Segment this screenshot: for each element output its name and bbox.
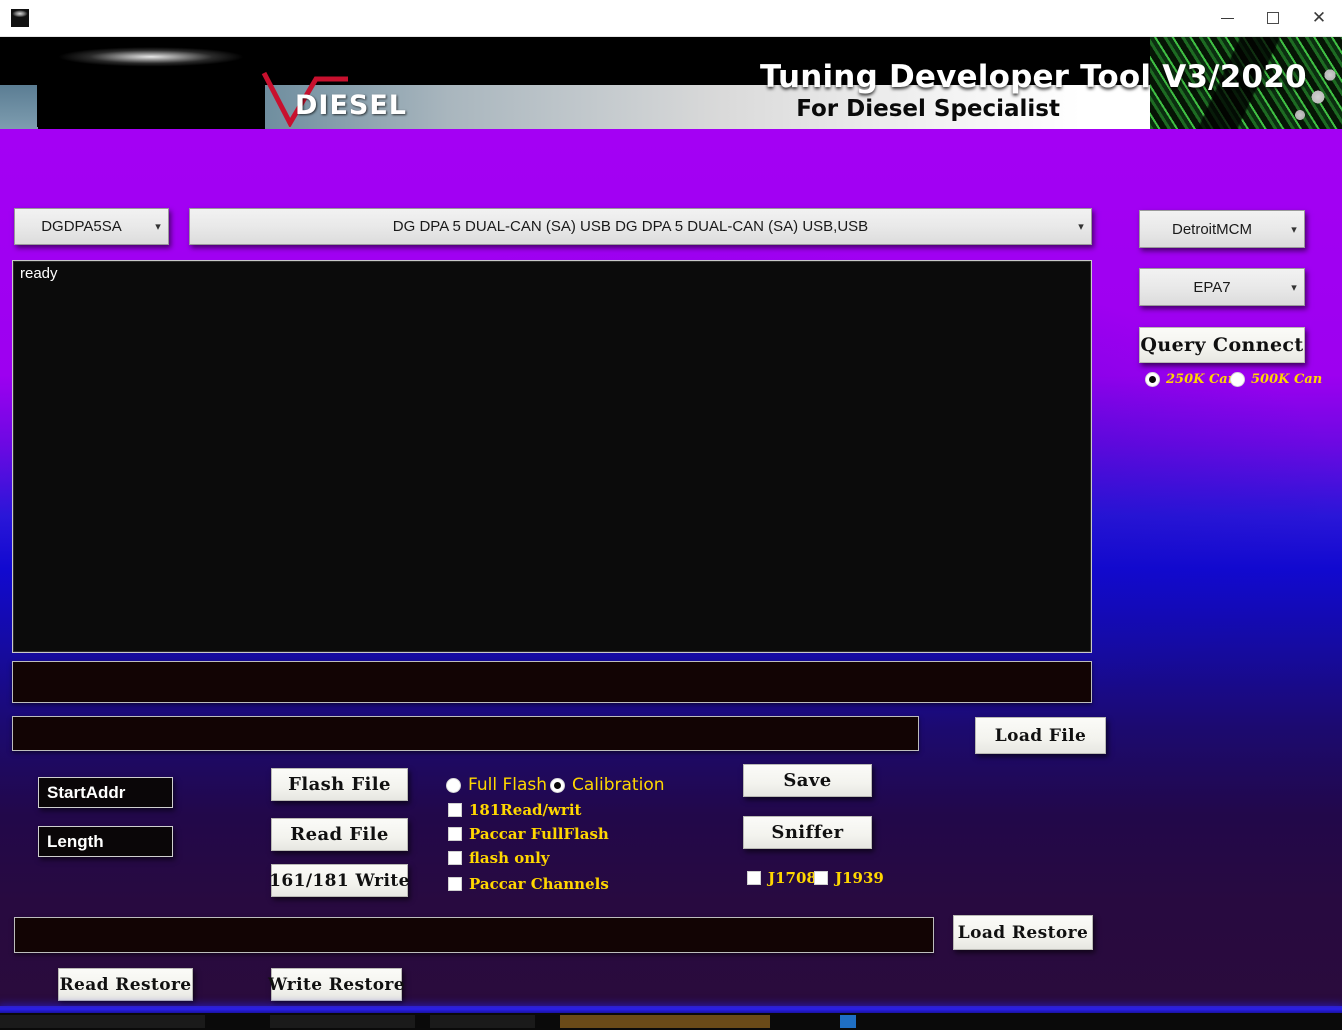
baud-250k-label: 250K Can (1166, 372, 1237, 387)
query-connect-button[interactable]: Query Connect (1139, 327, 1305, 363)
epa-combo[interactable]: EPA7 ▾ (1139, 268, 1305, 306)
option-paccar-fullflash[interactable]: Paccar FullFlash (448, 825, 609, 843)
close-icon: ✕ (1312, 10, 1326, 27)
taskbar-seg-c (430, 1015, 535, 1028)
device-combo-value: DGDPA5SA (15, 218, 148, 235)
title-bar: ✕ (0, 0, 1342, 37)
chevron-down-icon: ▾ (148, 220, 168, 233)
protocol-j1708[interactable]: J1708 (747, 869, 817, 887)
checkbox-flash-only-icon[interactable] (448, 851, 462, 865)
save-button[interactable]: Save (743, 764, 872, 797)
option-paccar-channels[interactable]: Paccar Channels (448, 875, 609, 893)
option-181-readwrite[interactable]: 181Read/writ (448, 801, 581, 819)
baud-500k-option[interactable]: 500K Can (1230, 372, 1322, 387)
ecu-combo[interactable]: DetroitMCM ▾ (1139, 210, 1305, 248)
write-restore-button[interactable]: Write Restore (271, 968, 402, 1001)
radio-calibration-icon[interactable] (550, 778, 565, 793)
maximize-button[interactable] (1250, 0, 1296, 36)
calibration-option[interactable]: Calibration (550, 775, 665, 795)
close-button[interactable]: ✕ (1296, 0, 1342, 36)
calibration-label: Calibration (572, 775, 665, 795)
option-flash-only-label: flash only (469, 849, 550, 867)
chevron-down-icon: ▾ (1284, 281, 1304, 294)
log-text: ready (20, 265, 58, 282)
engine-photo (37, 37, 265, 127)
taskbar-strip (0, 1013, 1342, 1030)
banner-left-fill (0, 85, 38, 129)
load-file-button[interactable]: Load File (975, 717, 1106, 754)
adapter-combo[interactable]: DG DPA 5 DUAL-CAN (SA) USB DG DPA 5 DUAL… (189, 208, 1092, 245)
read-file-button[interactable]: Read File (271, 818, 408, 851)
radio-250k-icon[interactable] (1145, 372, 1160, 387)
checkbox-j1939-icon[interactable] (814, 871, 828, 885)
protocol-j1708-label: J1708 (768, 869, 817, 887)
full-flash-label: Full Flash (468, 775, 547, 795)
progress-bar (12, 661, 1092, 703)
checkbox-paccar-channels-icon[interactable] (448, 877, 462, 891)
protocol-j1939[interactable]: J1939 (814, 869, 884, 887)
baud-500k-label: 500K Can (1251, 372, 1322, 387)
ecu-combo-value: DetroitMCM (1140, 221, 1284, 238)
option-181-readwrite-label: 181Read/writ (469, 801, 581, 819)
maximize-icon (1267, 12, 1279, 24)
taskbar-seg-e (840, 1015, 856, 1028)
brand-diesel: DIESEL (295, 90, 407, 121)
epa-combo-value: EPA7 (1140, 279, 1284, 296)
flash-file-button[interactable]: Flash File (271, 768, 408, 801)
adapter-combo-value: DG DPA 5 DUAL-CAN (SA) USB DG DPA 5 DUAL… (190, 218, 1071, 235)
bottom-accent-line (0, 1006, 1342, 1013)
log-output[interactable]: ready (12, 260, 1092, 653)
file-path-field[interactable] (12, 716, 919, 751)
option-paccar-fullflash-label: Paccar FullFlash (469, 825, 609, 843)
restore-path-field[interactable] (14, 917, 934, 953)
device-combo[interactable]: DGDPA5SA ▾ (14, 208, 169, 245)
app-window: ✕ DIESEL Tuning Developer Tool V3/2020 F… (0, 0, 1342, 1030)
minimize-button[interactable] (1204, 0, 1250, 36)
length-field[interactable]: Length (38, 826, 173, 857)
chevron-down-icon: ▾ (1071, 220, 1091, 233)
radio-500k-icon[interactable] (1230, 372, 1245, 387)
load-restore-button[interactable]: Load Restore (953, 915, 1093, 950)
read-restore-button[interactable]: Read Restore (58, 968, 193, 1001)
taskbar-seg-d (560, 1015, 770, 1028)
checkbox-paccar-fullflash-icon[interactable] (448, 827, 462, 841)
banner-title: Tuning Developer Tool V3/2020 (760, 59, 1280, 95)
write-161-181-button[interactable]: 161/181 Write (271, 864, 408, 897)
option-flash-only[interactable]: flash only (448, 849, 550, 867)
sniffer-button[interactable]: Sniffer (743, 816, 872, 849)
taskbar-seg-b (270, 1015, 415, 1028)
option-paccar-channels-label: Paccar Channels (469, 875, 609, 893)
minimize-icon (1221, 18, 1234, 19)
banner-subtitle: For Diesel Specialist (620, 96, 1060, 122)
radio-full-flash-icon[interactable] (446, 778, 461, 793)
chevron-down-icon: ▾ (1284, 223, 1304, 236)
baud-250k-option[interactable]: 250K Can (1145, 372, 1237, 387)
full-flash-option[interactable]: Full Flash (446, 775, 547, 795)
start-addr-field[interactable]: StartAddr (38, 777, 173, 808)
taskbar-seg-a (0, 1015, 205, 1028)
checkbox-181-readwrite-icon[interactable] (448, 803, 462, 817)
checkbox-j1708-icon[interactable] (747, 871, 761, 885)
protocol-j1939-label: J1939 (835, 869, 884, 887)
engine-icon (11, 9, 29, 27)
